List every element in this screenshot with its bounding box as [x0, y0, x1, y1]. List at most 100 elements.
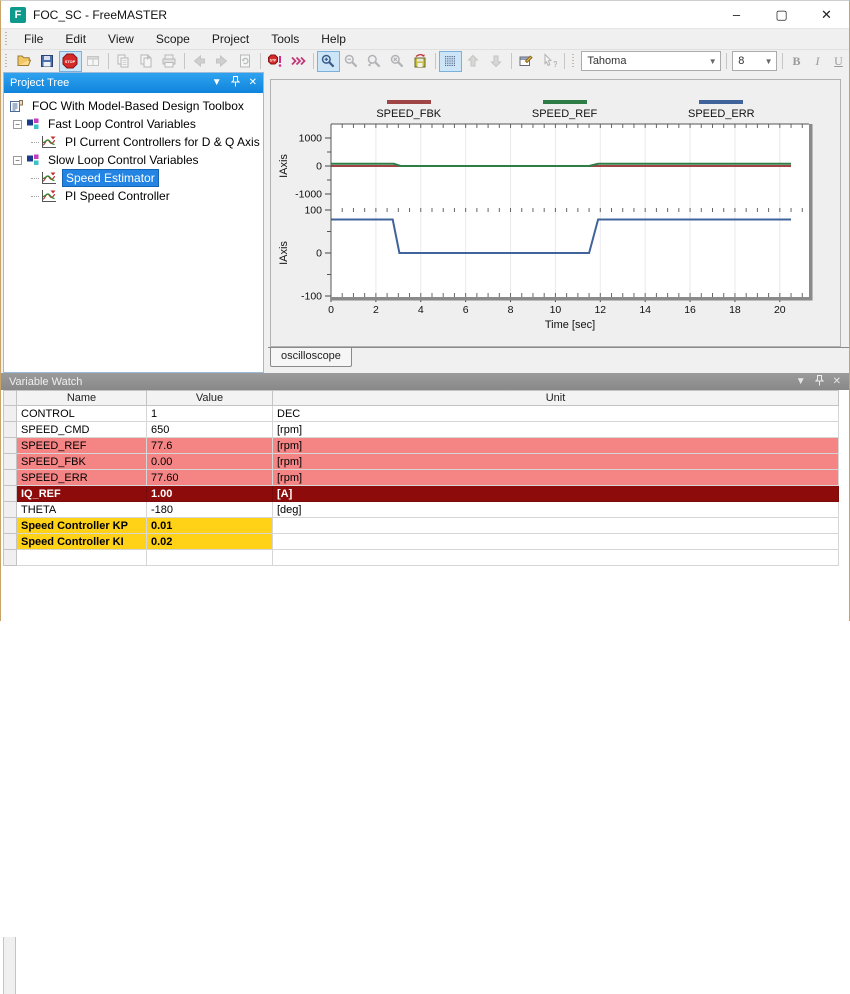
underline-button[interactable]: U: [828, 51, 849, 71]
cell-value[interactable]: -180: [146, 501, 273, 518]
table-row[interactable]: SPEED_REF 77.6 [rpm]: [3, 437, 839, 454]
properties-button[interactable]: [515, 51, 538, 72]
move-down-button[interactable]: [485, 51, 508, 72]
tree-item[interactable]: − Slow Loop Control Variables: [4, 151, 263, 169]
table-row[interactable]: THETA -180 [deg]: [3, 501, 839, 518]
save-project-button[interactable]: [36, 51, 59, 72]
cell-name[interactable]: SPEED_CMD: [16, 421, 147, 438]
tree-item[interactable]: − Fast Loop Control Variables: [4, 115, 263, 133]
menu-item-project[interactable]: Project: [201, 30, 260, 48]
context-help-button[interactable]: ?: [538, 51, 561, 72]
cell-value[interactable]: 0.02: [146, 533, 273, 550]
scope-zoom-default-button[interactable]: [316, 50, 340, 72]
fast-communication-button[interactable]: [287, 51, 310, 72]
column-header-unit[interactable]: Unit: [272, 390, 839, 406]
stop-on-error-button[interactable]: STP: [264, 51, 287, 72]
table-row[interactable]: IQ_REF 1.00 [A]: [3, 485, 839, 502]
copy-button[interactable]: [112, 51, 135, 72]
font-name-combo[interactable]: Tahoma ▼: [581, 51, 722, 71]
scope-zoom-out-button[interactable]: [340, 51, 363, 72]
cell-value[interactable]: [146, 549, 273, 566]
tree-item[interactable]: PI Speed Controller: [4, 187, 263, 205]
table-row[interactable]: [3, 549, 839, 566]
toolbar-gripper[interactable]: [4, 53, 9, 69]
menu-item-tools[interactable]: Tools: [260, 30, 310, 48]
table-row[interactable]: SPEED_CMD 650 [rpm]: [3, 421, 839, 438]
collapse-expander-icon[interactable]: −: [13, 155, 22, 165]
menu-item-help[interactable]: Help: [310, 30, 357, 48]
cell-name[interactable]: IQ_REF: [16, 485, 147, 502]
close-icon[interactable]: ✕: [249, 78, 257, 88]
pin-icon[interactable]: [814, 374, 824, 389]
tree-item[interactable]: Speed Estimator: [4, 169, 263, 187]
close-icon[interactable]: ✕: [833, 376, 841, 387]
save-scope-data-button[interactable]: [409, 51, 432, 72]
tab-oscilloscope[interactable]: oscilloscope: [270, 348, 352, 367]
maximize-button[interactable]: ▢: [759, 1, 804, 28]
font-size-combo[interactable]: 8 ▼: [732, 51, 778, 71]
go-forward-button[interactable]: [211, 51, 234, 72]
cell-value[interactable]: 77.6: [146, 437, 273, 454]
tree-item[interactable]: PI Current Controllers for D & Q Axis: [4, 133, 263, 151]
open-project-button[interactable]: [13, 51, 36, 72]
table-row[interactable]: Speed Controller KP 0.01: [3, 517, 839, 534]
chevron-down-icon[interactable]: ▼: [212, 78, 222, 88]
scope-zoom-free-button[interactable]: [386, 51, 409, 72]
table-row[interactable]: SPEED_ERR 77.60 [rpm]: [3, 469, 839, 486]
menu-item-file[interactable]: File: [13, 30, 54, 48]
chevron-down-icon[interactable]: ▼: [796, 376, 806, 387]
cell-value[interactable]: 0.00: [146, 453, 273, 470]
menu-item-scope[interactable]: Scope: [145, 30, 201, 48]
cell-value[interactable]: 0.01: [146, 517, 273, 534]
table-row[interactable]: Speed Controller KI 0.02: [3, 533, 839, 550]
column-header-value[interactable]: Value: [146, 390, 273, 406]
menu-item-view[interactable]: View: [97, 30, 145, 48]
chevron-down-icon[interactable]: ▼: [761, 57, 776, 66]
cell-name[interactable]: SPEED_ERR: [16, 469, 147, 486]
cell-name[interactable]: CONTROL: [16, 405, 147, 422]
project-window-button[interactable]: [82, 51, 105, 72]
cell-unit[interactable]: [A]: [272, 485, 839, 502]
format-toolbar-gripper[interactable]: [570, 53, 576, 69]
cell-name[interactable]: SPEED_REF: [16, 437, 147, 454]
cell-name[interactable]: THETA: [16, 501, 147, 518]
stop-communication-button[interactable]: STOP: [58, 50, 82, 72]
cell-unit[interactable]: DEC: [272, 405, 839, 422]
minimize-button[interactable]: –: [714, 1, 759, 28]
close-button[interactable]: ✕: [804, 1, 849, 28]
cell-name[interactable]: Speed Controller KI: [16, 533, 147, 550]
menubar-gripper[interactable]: [4, 31, 9, 47]
print-button[interactable]: [158, 51, 181, 72]
column-header-name[interactable]: Name: [16, 390, 147, 406]
cell-value[interactable]: 1.00: [146, 485, 273, 502]
cell-unit[interactable]: [272, 533, 839, 550]
move-up-button[interactable]: [462, 51, 485, 72]
collapse-expander-icon[interactable]: −: [13, 119, 22, 129]
cell-value[interactable]: 77.60: [146, 469, 273, 486]
chevron-down-icon[interactable]: ▼: [705, 57, 720, 66]
cell-unit[interactable]: [rpm]: [272, 469, 839, 486]
tree-item[interactable]: FOC With Model-Based Design Toolbox: [4, 97, 263, 115]
reload-page-button[interactable]: [234, 51, 257, 72]
toggle-grid-button[interactable]: [438, 50, 462, 72]
menu-item-edit[interactable]: Edit: [54, 30, 97, 48]
cell-name[interactable]: Speed Controller KP: [16, 517, 147, 534]
cell-value[interactable]: 1: [146, 405, 273, 422]
cell-unit[interactable]: [rpm]: [272, 437, 839, 454]
pin-icon[interactable]: [230, 76, 240, 90]
cell-name[interactable]: [16, 549, 147, 566]
table-row[interactable]: SPEED_FBK 0.00 [rpm]: [3, 453, 839, 470]
cell-unit[interactable]: [272, 517, 839, 534]
bold-button[interactable]: B: [786, 51, 807, 71]
cell-unit[interactable]: [272, 549, 839, 566]
cell-unit[interactable]: [deg]: [272, 501, 839, 518]
go-back-button[interactable]: [188, 51, 211, 72]
oscilloscope-chart[interactable]: 10000-1000IAxis1000-100IAxis0 2 4 6 8 10 12 14 1…: [271, 122, 840, 342]
copy-special-button[interactable]: [135, 51, 158, 72]
cell-unit[interactable]: [rpm]: [272, 421, 839, 438]
cell-name[interactable]: SPEED_FBK: [16, 453, 147, 470]
italic-button[interactable]: I: [807, 51, 828, 71]
cell-unit[interactable]: [rpm]: [272, 453, 839, 470]
table-row[interactable]: CONTROL 1 DEC: [3, 405, 839, 422]
cell-value[interactable]: 650: [146, 421, 273, 438]
